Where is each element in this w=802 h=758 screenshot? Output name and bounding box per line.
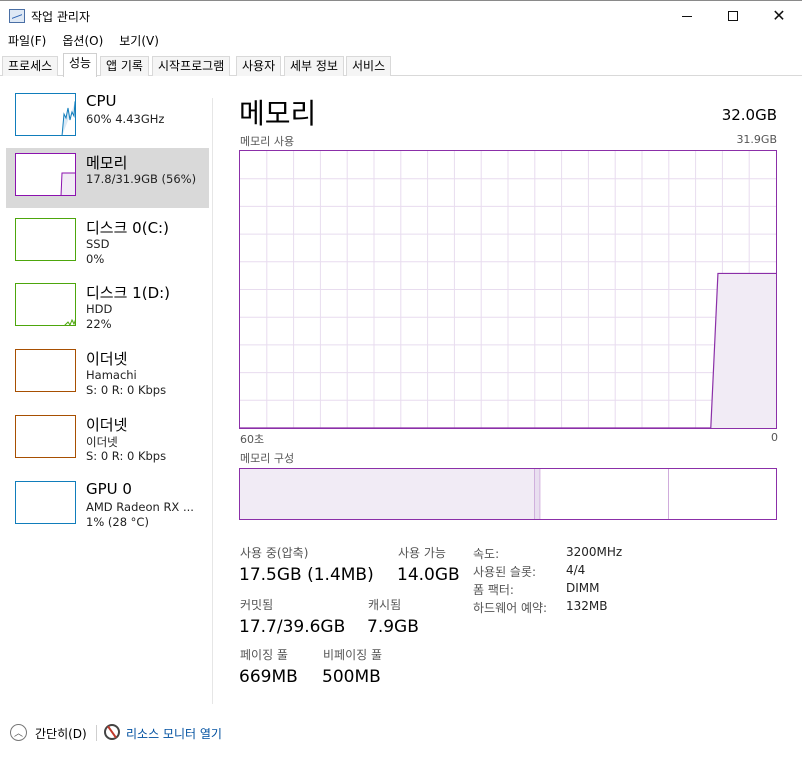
in-use-value: 17.5GB (1.4MB) [239, 565, 374, 585]
composition-modified [534, 469, 541, 519]
sidebar-item-detail: 1% (28 °C) [86, 515, 149, 529]
sidebar-item-title: 디스크 1(D:) [86, 284, 171, 302]
in-use-label: 사용 중(압축) [240, 546, 309, 560]
memory-usage-label: 메모리 사용 [240, 135, 295, 148]
tab-users[interactable]: 사용자 [236, 56, 282, 76]
sidebar-item-cpu[interactable]: CPU 60% 4.43GHz [6, 88, 209, 148]
sidebar-item-subtitle: 이더넷 [86, 435, 118, 449]
hardware-reserved-value: 132MB [566, 599, 608, 613]
title-bar: 작업 관리자 ✕ [0, 0, 802, 30]
form-factor-label: 폼 팩터: [473, 583, 514, 597]
close-icon: ✕ [772, 6, 786, 25]
maximize-button[interactable] [710, 1, 756, 31]
composition-in-use [240, 469, 535, 519]
slots-used-value: 4/4 [566, 563, 586, 577]
cached-value: 7.9GB [367, 617, 419, 637]
tab-performance[interactable]: 성능 [63, 53, 98, 77]
speed-label: 속도: [473, 547, 500, 561]
hardware-reserved-label: 하드웨어 예약: [473, 601, 548, 615]
sidebar-item-disk-1[interactable]: 디스크 1(D:) HDD 22% [6, 278, 209, 338]
ethernet-thumbnail-graph [15, 415, 76, 458]
ethernet-hamachi-thumbnail-graph [15, 349, 76, 392]
sidebar-item-ethernet-hamachi[interactable]: 이더넷 Hamachi S: 0 R: 0 Kbps [6, 344, 209, 404]
sidebar-divider[interactable] [212, 98, 213, 704]
sidebar-item-detail: 22% [86, 317, 112, 331]
close-button[interactable]: ✕ [756, 1, 802, 31]
sidebar-item-subtitle: AMD Radeon RX ... [86, 500, 194, 514]
sidebar-item-title: 이더넷 [86, 350, 128, 368]
footer-separator [96, 725, 97, 741]
total-memory: 32.0GB [721, 106, 777, 124]
sidebar-item-title: 디스크 0(C:) [86, 219, 169, 237]
tab-services[interactable]: 서비스 [346, 56, 392, 76]
chart-axis-end-label: 0 [771, 431, 778, 444]
footer: ︿ 간단히(D) 리소스 모니터 열기 [0, 718, 802, 748]
tab-bar: 프로세스 성능 앱 기록 시작프로그램 사용자 세부 정보 서비스 [0, 53, 802, 77]
menu-file[interactable]: 파일(F) [8, 32, 46, 49]
resource-monitor-icon [104, 724, 120, 740]
fewer-details-button[interactable]: 간단히(D) [35, 725, 87, 742]
menu-options[interactable]: 옵션(O) [62, 32, 103, 49]
memory-thumbnail-graph [15, 153, 76, 196]
composition-standby [540, 469, 669, 519]
minimize-button[interactable] [664, 1, 710, 31]
committed-value: 17.7/39.6GB [239, 617, 346, 637]
sidebar-item-disk-0[interactable]: 디스크 0(C:) SSD 0% [6, 213, 209, 273]
sidebar-item-subtitle: 60% 4.43GHz [86, 112, 165, 126]
paged-pool-label: 페이징 풀 [240, 648, 288, 662]
memory-composition-bar [239, 468, 777, 520]
chevron-up-icon[interactable]: ︿ [10, 724, 27, 741]
available-value: 14.0GB [397, 565, 460, 585]
sidebar-item-title: CPU [86, 92, 117, 110]
sidebar-item-detail: 0% [86, 252, 105, 266]
sidebar-item-subtitle: HDD [86, 302, 113, 316]
paged-pool-value: 669MB [239, 667, 298, 687]
sidebar-item-title: GPU 0 [86, 480, 132, 498]
sidebar-item-memory[interactable]: 메모리 17.8/31.9GB (56%) [6, 148, 209, 208]
maximize-icon [728, 11, 738, 21]
gpu-0-thumbnail-graph [15, 481, 76, 524]
sidebar-item-detail: S: 0 R: 0 Kbps [86, 383, 167, 397]
tab-app-history[interactable]: 앱 기록 [100, 56, 149, 76]
menu-bar: 파일(F) 옵션(O) 보기(V) [0, 30, 802, 50]
available-label: 사용 가능 [398, 546, 446, 560]
sidebar-item-subtitle: 17.8/31.9GB (56%) [86, 172, 197, 186]
tab-processes[interactable]: 프로세스 [2, 56, 59, 76]
committed-label: 커밋됨 [240, 598, 274, 612]
window-title: 작업 관리자 [31, 10, 91, 24]
sidebar-item-detail: S: 0 R: 0 Kbps [86, 449, 167, 463]
chart-axis-start-label: 60초 [240, 433, 265, 446]
memory-usage-chart-svg [240, 151, 776, 429]
sidebar-item-subtitle: Hamachi [86, 368, 137, 382]
task-manager-icon [9, 9, 25, 23]
tab-startup[interactable]: 시작프로그램 [152, 56, 231, 76]
sidebar-item-subtitle: SSD [86, 237, 110, 251]
composition-free [668, 469, 776, 519]
page-title: 메모리 [239, 97, 317, 130]
nonpaged-pool-label: 비페이징 풀 [323, 648, 383, 662]
resource-sidebar: CPU 60% 4.43GHz 메모리 17.8/31.9GB (56%) 디스… [0, 88, 212, 708]
memory-usage-max: 31.9GB [736, 133, 777, 146]
sidebar-item-title: 이더넷 [86, 416, 128, 434]
sidebar-item-gpu-0[interactable]: GPU 0 AMD Radeon RX ... 1% (28 °C) [6, 476, 209, 536]
nonpaged-pool-value: 500MB [322, 667, 381, 687]
slots-used-label: 사용된 슬롯: [473, 565, 537, 579]
tab-details[interactable]: 세부 정보 [284, 56, 344, 76]
sidebar-item-title: 메모리 [86, 154, 128, 172]
disk-0-thumbnail-graph [15, 218, 76, 261]
form-factor-value: DIMM [566, 581, 600, 595]
cached-label: 캐시됨 [368, 598, 402, 612]
open-resource-monitor-link[interactable]: 리소스 모니터 열기 [126, 725, 222, 742]
speed-value: 3200MHz [566, 545, 623, 559]
cpu-thumbnail-graph [15, 93, 76, 136]
memory-usage-chart [239, 150, 777, 429]
menu-view[interactable]: 보기(V) [119, 32, 159, 49]
disk-1-thumbnail-graph [15, 283, 76, 326]
memory-composition-label: 메모리 구성 [240, 452, 295, 465]
minimize-icon [682, 15, 692, 17]
sidebar-item-ethernet[interactable]: 이더넷 이더넷 S: 0 R: 0 Kbps [6, 410, 209, 470]
memory-composition-svg [240, 469, 776, 519]
